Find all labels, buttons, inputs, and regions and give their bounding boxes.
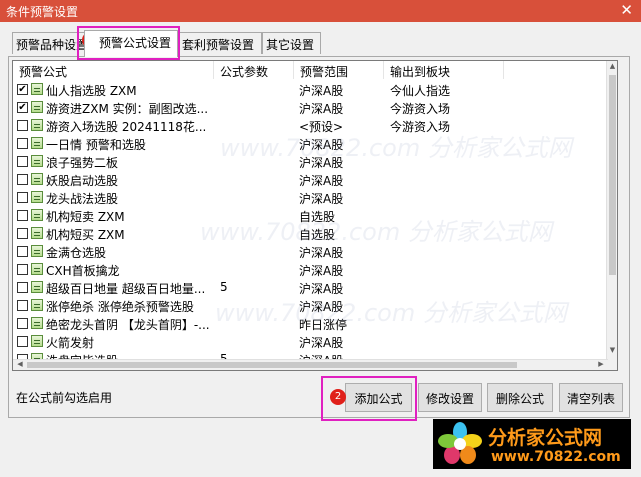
- formula-icon: [31, 335, 43, 347]
- enable-checkbox[interactable]: [17, 246, 28, 257]
- formula-icon: [31, 119, 43, 131]
- enable-checkbox[interactable]: [17, 192, 28, 203]
- formula-name: 机构短买 ZXM: [46, 228, 125, 242]
- list-header: 预警公式 公式参数 预警范围 输出到板块: [13, 61, 617, 79]
- tab-formula-settings[interactable]: 预警公式设置: [84, 30, 178, 57]
- formula-icon: [31, 155, 43, 167]
- watermark-text: www.70822.com 分析家公式网: [200, 218, 552, 246]
- formula-output-block: 今游资入场: [390, 102, 451, 116]
- formula-name: 火箭发射: [46, 336, 95, 350]
- formula-scope: 沪深A股: [299, 84, 344, 98]
- formula-icon: [31, 83, 43, 95]
- horizontal-scrollbar[interactable]: ◀ ▶: [13, 359, 608, 370]
- annotation-badge-2: 2: [330, 389, 346, 405]
- formula-name: 仙人指选股 ZXM: [46, 84, 137, 98]
- formula-icon: [31, 209, 43, 221]
- column-header-scope[interactable]: 预警范围: [294, 61, 384, 79]
- formula-output-block: 今仙人指选: [390, 84, 451, 98]
- enable-checkbox[interactable]: [17, 156, 28, 167]
- title-bar: 条件预警设置 ✕: [0, 0, 641, 22]
- table-row[interactable]: 龙头战法选股 沪深A股: [13, 189, 609, 207]
- table-row[interactable]: ✔ 仙人指选股 ZXM 沪深A股 今仙人指选: [13, 81, 609, 99]
- scroll-down-icon[interactable]: ▼: [608, 346, 617, 358]
- enable-checkbox[interactable]: [17, 174, 28, 185]
- enable-checkbox[interactable]: ✔: [17, 102, 28, 113]
- formula-name: 超级百日地量 超级百日地量...: [46, 282, 206, 296]
- modify-settings-button[interactable]: 修改设置: [418, 383, 482, 412]
- formula-name: 机构短卖 ZXM: [46, 210, 125, 224]
- tab-variety-settings[interactable]: 预警品种设置: [12, 32, 88, 54]
- table-row[interactable]: 妖股启动选股 沪深A股: [13, 171, 609, 189]
- column-header-output[interactable]: 输出到板块: [384, 61, 504, 79]
- formula-scope: 沪深A股: [299, 336, 344, 350]
- scroll-right-icon[interactable]: ▶: [595, 360, 607, 370]
- close-icon[interactable]: ✕: [620, 1, 633, 19]
- formula-name: 绝密龙头首阴 【龙头首阴】-...: [46, 318, 210, 332]
- enable-checkbox[interactable]: [17, 228, 28, 239]
- vertical-scroll-thumb[interactable]: [609, 75, 616, 275]
- formula-params: 5: [220, 280, 228, 294]
- table-row[interactable]: CXH首板擒龙 沪深A股: [13, 261, 609, 279]
- formula-icon: [31, 191, 43, 203]
- watermark-text: www.70822.com 分析家公式网: [220, 134, 572, 162]
- site-logo: 分析家公式网 www.70822.com: [433, 419, 631, 469]
- tab-arbitrage-settings[interactable]: 套利预警设置: [178, 32, 262, 54]
- formula-scope: 沪深A股: [299, 192, 344, 206]
- formula-icon: [31, 101, 43, 113]
- scroll-up-icon[interactable]: ▲: [608, 62, 617, 74]
- logo-site-url: www.70822.com: [491, 449, 621, 465]
- formula-icon: [31, 263, 43, 275]
- formula-name: 金满仓选股: [46, 246, 107, 260]
- enable-checkbox[interactable]: [17, 282, 28, 293]
- formula-name: 龙头战法选股: [46, 192, 119, 206]
- enable-checkbox[interactable]: ✔: [17, 84, 28, 95]
- table-row[interactable]: 火箭发射 沪深A股: [13, 333, 609, 351]
- watermark-text: www.70822.com 分析家公式网: [215, 299, 567, 327]
- table-row[interactable]: ✔ 游资进ZXM 实例：副图改选... 沪深A股 今游资入场: [13, 99, 609, 117]
- formula-name: 游资入场选股 20241118花...: [46, 120, 207, 134]
- window-title: 条件预警设置: [6, 5, 79, 19]
- flower-logo-icon: [438, 422, 482, 464]
- add-formula-button[interactable]: 添加公式: [345, 383, 412, 412]
- vertical-scrollbar[interactable]: ▲ ▼: [606, 61, 617, 370]
- enable-checkbox[interactable]: [17, 210, 28, 221]
- formula-name: 妖股启动选股: [46, 174, 119, 188]
- formula-scope: 沪深A股: [299, 102, 344, 116]
- delete-formula-button[interactable]: 删除公式: [487, 383, 553, 412]
- enable-checkbox[interactable]: [17, 336, 28, 347]
- formula-icon: [31, 317, 43, 329]
- formula-scope: 沪深A股: [299, 174, 344, 188]
- horizontal-scroll-thumb[interactable]: [27, 362, 517, 368]
- logo-site-name: 分析家公式网: [488, 427, 603, 449]
- clear-list-button[interactable]: 清空列表: [559, 383, 623, 412]
- formula-icon: [31, 299, 43, 311]
- formula-icon: [31, 227, 43, 239]
- formula-icon: [31, 137, 43, 149]
- formula-name: CXH首板擒龙: [46, 264, 120, 278]
- scroll-left-icon[interactable]: ◀: [14, 360, 26, 370]
- formula-name: 一日情 预警和选股: [46, 138, 146, 152]
- tab-bar: 预警品种设置 预警公式设置 套利预警设置 其它设置: [12, 30, 352, 57]
- formula-icon: [31, 173, 43, 185]
- column-header-params[interactable]: 公式参数: [214, 61, 294, 79]
- enable-checkbox[interactable]: [17, 318, 28, 329]
- formula-icon: [31, 245, 43, 257]
- enable-checkbox[interactable]: [17, 300, 28, 311]
- tab-other-settings[interactable]: 其它设置: [262, 32, 321, 54]
- formula-name: 游资进ZXM 实例：副图改选...: [46, 102, 209, 116]
- enable-checkbox[interactable]: [17, 264, 28, 275]
- formula-icon: [31, 281, 43, 293]
- enable-hint-label: 在公式前勾选启用: [16, 391, 113, 405]
- formula-name: 浪子强势二板: [46, 156, 119, 170]
- enable-checkbox[interactable]: [17, 138, 28, 149]
- formula-name: 涨停绝杀 涨停绝杀预警选股: [46, 300, 194, 314]
- column-header-formula[interactable]: 预警公式: [13, 61, 214, 79]
- enable-checkbox[interactable]: [17, 120, 28, 131]
- formula-scope: 沪深A股: [299, 264, 344, 278]
